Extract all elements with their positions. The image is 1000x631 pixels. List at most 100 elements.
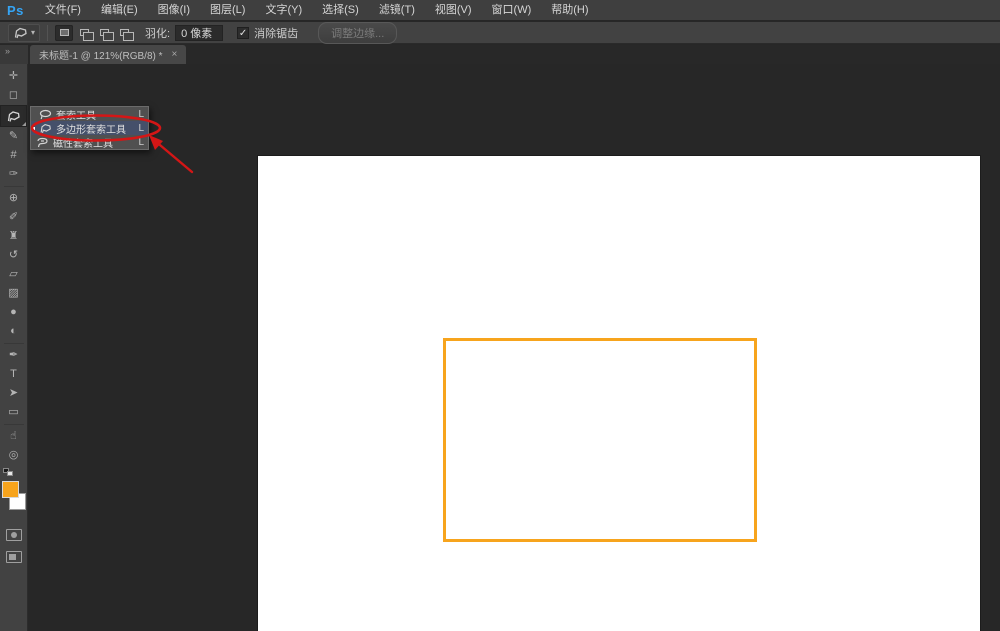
dodge-icon: ◐ <box>10 325 17 337</box>
foreground-color-swatch[interactable] <box>1 481 19 498</box>
quick-mask-button[interactable] <box>5 529 22 541</box>
new-selection-icon <box>59 29 69 36</box>
polygonal-lasso-icon <box>14 27 27 38</box>
tool-lasso[interactable] <box>0 105 27 127</box>
tool-dodge[interactable]: ◐ <box>2 322 26 341</box>
tool-shape[interactable]: ▭ <box>2 403 26 422</box>
crop-icon: # <box>10 149 17 161</box>
menu-layer[interactable]: 图层(L) <box>200 0 255 21</box>
tool-move[interactable]: ✛ <box>2 67 26 86</box>
tool-eyedropper[interactable]: ✑ <box>2 165 26 184</box>
tool-quick-selection[interactable]: ✎ <box>2 127 26 146</box>
workspace <box>28 64 1000 631</box>
close-icon[interactable]: × <box>172 49 178 60</box>
tool-type[interactable]: T <box>2 365 26 384</box>
screen-mode-button[interactable] <box>5 551 22 563</box>
menu-bar: Ps 文件(F) 编辑(E) 图像(I) 图层(L) 文字(Y) 选择(S) 滤… <box>0 0 1000 21</box>
intersect-with-selection-icon <box>119 29 134 41</box>
polygonal-selection-outline <box>443 338 757 542</box>
flyout-item-shortcut: L <box>138 122 144 134</box>
tool-rectangular-marquee[interactable]: ◻ <box>2 86 26 105</box>
current-tool-dot <box>32 126 35 130</box>
add-to-selection-button[interactable] <box>75 25 94 41</box>
feather-label: 羽化: <box>145 27 171 40</box>
tool-healing-brush[interactable]: ⊕ <box>2 189 26 208</box>
tool-hand[interactable]: ☝ <box>2 427 26 446</box>
new-selection-button[interactable] <box>55 24 74 41</box>
divider <box>3 424 24 425</box>
menu-image[interactable]: 图像(I) <box>148 0 200 21</box>
subtract-from-selection-icon <box>99 29 114 41</box>
lasso-icon <box>39 109 52 119</box>
menu-view[interactable]: 视图(V) <box>425 0 482 21</box>
brush-icon: ✐ <box>8 211 19 223</box>
flyout-item-label: 多边形套索工具 <box>56 124 126 136</box>
antialias-label: 消除锯齿 <box>254 27 299 40</box>
tool-path-selection[interactable]: ➤ <box>2 384 26 403</box>
divider <box>3 186 24 187</box>
refine-edge-button: 调整边缘... <box>318 21 398 44</box>
chevron-down-icon: ▾ <box>31 28 36 37</box>
add-to-selection-icon <box>79 29 94 41</box>
menu-file[interactable]: 文件(F) <box>35 0 91 21</box>
marquee-icon: ◻ <box>8 89 19 101</box>
document-tab-title: 未标题-1 @ 121%(RGB/8) * <box>39 51 163 62</box>
antialias-checkbox[interactable]: ✓ <box>237 26 250 39</box>
toolbar-collapse-button[interactable]: » <box>0 45 28 64</box>
blur-icon: ● <box>10 306 17 318</box>
tool-zoom[interactable]: ◎ <box>2 446 26 465</box>
lasso-tools-flyout-menu: 套索工具 L 多边形套索工具 L 磁性套索工具 L <box>30 106 149 150</box>
flyout-item-polygonal-lasso-tool[interactable]: 多边形套索工具 L <box>31 121 148 136</box>
flyout-item-shortcut: L <box>138 108 144 120</box>
tools-panel: ✛ ◻ ✎ # ✑ ⊕ ✐ ♜ ↺ ▱ ▨ ● ◐ ✒ T ➤ ▭ ☝ ◎ <box>0 64 28 631</box>
menu-help[interactable]: 帮助(H) <box>541 0 598 21</box>
pen-icon: ✒ <box>8 349 19 361</box>
flyout-item-label: 套索工具 <box>56 110 96 122</box>
selection-mode-group <box>55 24 134 41</box>
menu-edit[interactable]: 编辑(E) <box>91 0 148 21</box>
menu-filter[interactable]: 滤镜(T) <box>369 0 425 21</box>
zoom-icon: ◎ <box>8 449 19 461</box>
tool-options-bar: ▾ 羽化: ✓ 消除锯齿 调整边缘... <box>0 21 1000 44</box>
healing-brush-icon: ⊕ <box>8 192 19 204</box>
tool-clone-stamp[interactable]: ♜ <box>2 227 26 246</box>
document-tab-bar: » 未标题-1 @ 121%(RGB/8) * × <box>0 45 1000 64</box>
path-selection-icon: ➤ <box>8 387 19 399</box>
tool-brush[interactable]: ✐ <box>2 208 26 227</box>
quick-mask-icon <box>10 532 17 538</box>
move-icon: ✛ <box>8 70 19 82</box>
photoshop-logo: Ps <box>7 2 24 18</box>
feather-input[interactable] <box>175 24 224 41</box>
eraser-icon: ▱ <box>9 268 18 280</box>
flyout-item-lasso-tool[interactable]: 套索工具 L <box>31 107 148 122</box>
document-canvas[interactable] <box>258 156 980 631</box>
color-swatches <box>1 479 27 521</box>
hand-icon: ☝ <box>10 430 17 442</box>
tool-gradient[interactable]: ▨ <box>2 284 26 303</box>
type-icon: T <box>10 368 17 380</box>
divider <box>3 343 24 344</box>
subtract-from-selection-button[interactable] <box>95 25 114 41</box>
menu-type[interactable]: 文字(Y) <box>255 0 312 21</box>
quick-selection-icon: ✎ <box>8 130 19 142</box>
polygonal-lasso-icon <box>7 110 20 122</box>
tool-history-brush[interactable]: ↺ <box>2 246 26 265</box>
flyout-item-magnetic-lasso-tool[interactable]: 磁性套索工具 L <box>31 135 148 150</box>
shape-icon: ▭ <box>8 406 19 418</box>
menu-select[interactable]: 选择(S) <box>312 0 369 21</box>
tool-pen[interactable]: ✒ <box>2 346 26 365</box>
eyedropper-icon: ✑ <box>8 168 19 180</box>
flyout-item-label: 磁性套索工具 <box>53 138 113 150</box>
clone-stamp-icon: ♜ <box>8 230 19 242</box>
default-colors-icon[interactable] <box>3 468 15 478</box>
tool-crop[interactable]: # <box>2 146 26 165</box>
polygonal-lasso-icon <box>40 123 51 133</box>
intersect-with-selection-button[interactable] <box>115 25 134 41</box>
divider <box>47 24 49 41</box>
tool-eraser[interactable]: ▱ <box>2 265 26 284</box>
document-tab[interactable]: 未标题-1 @ 121%(RGB/8) * × <box>30 45 187 64</box>
history-brush-icon: ↺ <box>8 249 19 261</box>
tool-blur[interactable]: ● <box>2 303 26 322</box>
menu-window[interactable]: 窗口(W) <box>482 0 542 21</box>
tool-preset-picker[interactable]: ▾ <box>8 23 41 42</box>
